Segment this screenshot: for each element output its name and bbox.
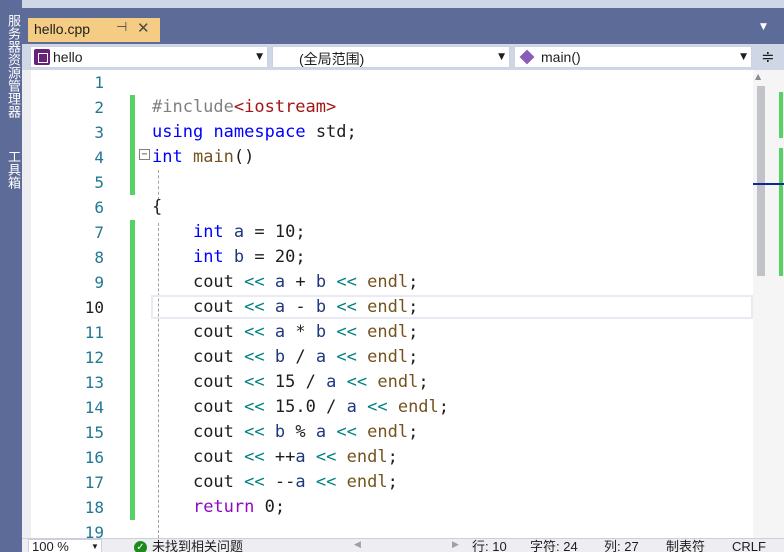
code-text: cout << ++a << endl; [192,447,398,467]
tab-filename: hello.cpp [34,21,91,37]
code-text: #include<iostream> [152,97,337,117]
visual-studio-window: 服务器资源管理器 工具箱 hello.cpp ⊣ ✕ ▼ ⚙ hello ▼ (… [0,0,784,552]
line-number: 19 [84,523,104,538]
line-number: 8 [94,248,104,267]
overview-caret-mark [753,183,784,185]
code-text: return 0; [192,497,286,517]
code-text: cout << a + b << endl; [192,272,419,292]
code-line: 19 [22,520,762,538]
code-text: { [152,197,163,217]
server-explorer-tab[interactable]: 服务器资源管理器 [2,14,20,118]
code-line: 8 int b = 20; [22,245,762,270]
member-dropdown[interactable]: main() ▼ [514,46,752,68]
code-text: int a = 10; [192,222,306,242]
scope-dropdown[interactable]: (全局范围) ▼ [272,46,510,68]
code-line: 5 [22,170,762,195]
issues-status[interactable]: 未找到相关问题 [152,539,243,552]
chevron-down-icon: ▼ [498,52,505,62]
line-number: 10 [84,298,104,317]
chevron-down-icon: ▼ [740,52,747,62]
code-line: 10 cout << a - b << endl; [22,295,762,320]
side-tool-strip: 服务器资源管理器 工具箱 [0,0,22,552]
project-dropdown[interactable]: hello ▼ [30,46,268,68]
scroll-left-icon[interactable]: ◀ [354,540,361,550]
code-text: int main() [152,147,255,167]
line-number: 15 [84,423,104,442]
pin-icon[interactable]: ⊣ [116,20,127,35]
overview-change-mark [779,92,783,138]
line-number: 4 [94,148,104,167]
split-window-icon[interactable]: ≑ [758,47,778,67]
scroll-right-icon[interactable]: ▶ [452,540,459,550]
code-line: 18 return 0; [22,495,762,520]
line-number: 14 [84,398,104,417]
code-text: using namespace std; [152,122,357,142]
line-indicator[interactable]: 行: 10 [472,539,507,552]
code-text: cout << --a << endl; [192,472,398,492]
code-line: 3 using namespace std; [22,120,762,145]
line-number: 17 [84,473,104,492]
code-line: 17 cout << --a << endl; [22,470,762,495]
close-icon[interactable]: ✕ [137,19,150,37]
code-line: 9 cout << a + b << endl; [22,270,762,295]
tab-list-dropdown-icon[interactable]: ▼ [760,22,767,32]
line-number: 3 [94,123,104,142]
check-circle-icon: ✓ [134,541,147,552]
code-text: cout << a * b << endl; [192,322,419,342]
code-line: 12 cout << b / a << endl; [22,345,762,370]
code-line: 6 { [22,195,762,220]
code-text: int b = 20; [192,247,306,267]
code-line: 2 #include<iostream> [22,95,762,120]
code-line: 1 [22,70,762,95]
column-indicator[interactable]: 列: 27 [604,539,639,552]
code-line: 15 cout << b % a << endl; [22,420,762,445]
scroll-up-icon[interactable]: ▲ [755,72,761,81]
code-text: cout << 15.0 / a << endl; [192,397,450,417]
editor-status-bar: 100 % ▼ ✓ 未找到相关问题 ◀ ▶ 行: 10 字符: 24 列: 27… [22,538,784,552]
overview-change-mark [779,148,783,276]
document-tab-bar: hello.cpp ⊣ ✕ ▼ ⚙ [22,0,784,44]
member-label: main() [541,49,581,65]
code-text: cout << b % a << endl; [192,422,419,442]
code-text: cout << b / a << endl; [192,347,419,367]
code-line: 7 int a = 10; [22,220,762,245]
line-number: 12 [84,348,104,367]
line-number: 6 [94,198,104,217]
chevron-down-icon: ▼ [256,52,263,62]
zoom-dropdown[interactable]: 100 % ▼ [28,539,102,552]
line-number: 1 [94,73,104,92]
code-line: 13 cout << 15 / a << endl; [22,370,762,395]
line-ending-indicator[interactable]: CRLF [732,539,766,552]
project-label: hello [53,49,83,65]
navigation-bar: hello ▼ (全局范围) ▼ main() ▼ ≑ [22,44,784,70]
line-number: 18 [84,498,104,517]
project-icon [34,49,50,65]
chevron-down-icon: ▼ [91,542,99,551]
line-number: 11 [84,323,104,342]
line-number: 2 [94,98,104,117]
tab-bar-edge [22,0,784,8]
scrollbar-thumb[interactable] [757,86,765,276]
code-line: 16 cout << ++a << endl; [22,445,762,470]
method-cube-icon [519,49,535,65]
code-line: 11 cout << a * b << endl; [22,320,762,345]
tab-hello-cpp[interactable]: hello.cpp ⊣ ✕ [28,18,160,42]
line-number: 9 [94,273,104,292]
zoom-level: 100 % [32,539,69,552]
scope-label: (全局范围) [299,51,365,67]
vertical-scrollbar[interactable]: ▲ [753,70,784,538]
line-number: 5 [94,173,104,192]
toolbox-tab[interactable]: 工具箱 [2,150,20,189]
char-indicator[interactable]: 字符: 24 [530,539,578,552]
line-number: 16 [84,448,104,467]
code-editor[interactable]: − 1 2 #include<iostream> 3 using namespa… [22,70,784,538]
code-text: cout << a - b << endl; [192,297,419,317]
code-text: cout << 15 / a << endl; [192,372,429,392]
line-number: 7 [94,223,104,242]
code-line: 14 cout << 15.0 / a << endl; [22,395,762,420]
line-number: 13 [84,373,104,392]
tabs-indicator[interactable]: 制表符 [666,539,705,552]
code-line: 4 int main() [22,145,762,170]
